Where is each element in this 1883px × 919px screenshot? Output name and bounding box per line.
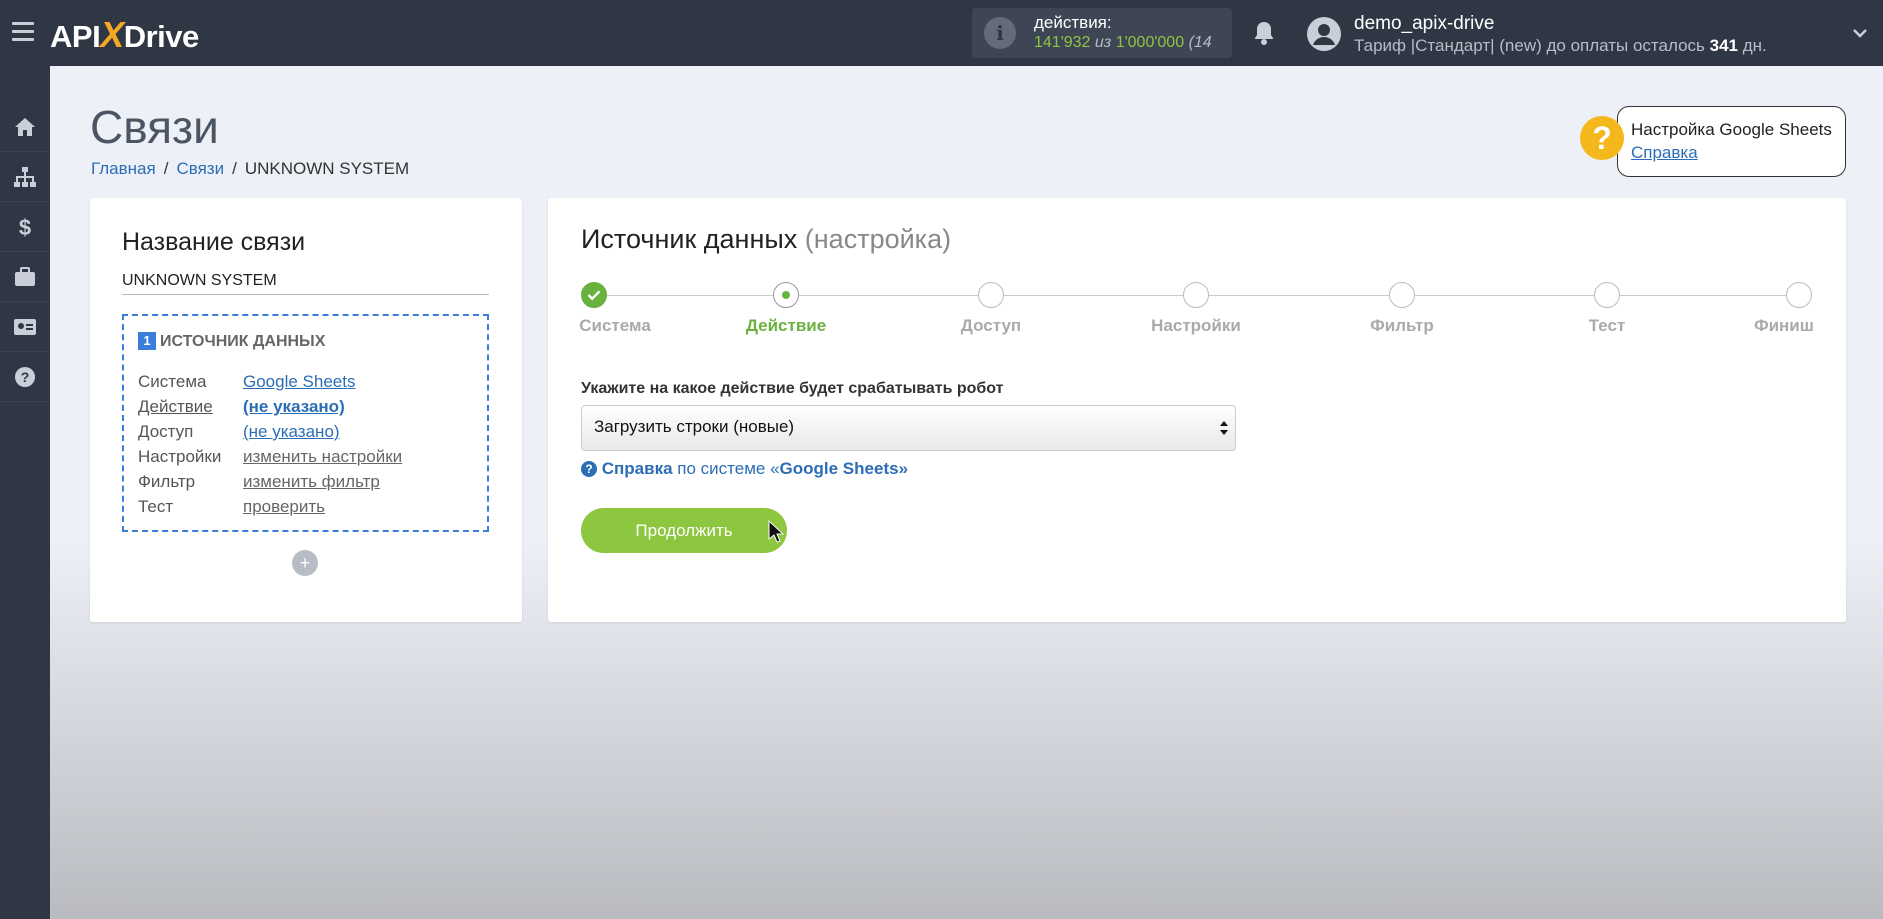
breadcrumb-current: UNKNOWN SYSTEM: [244, 159, 410, 178]
step-access-dot: [978, 282, 1004, 308]
step-finish-dot: [1786, 282, 1812, 308]
home-icon: [15, 117, 35, 136]
actions-count: 141'932 из 1'000'000 (14: [1034, 34, 1212, 51]
source-settings-link[interactable]: изменить настройки: [243, 447, 402, 467]
source-settings-panel: Источник данных (настройка) Система Дейс…: [548, 198, 1846, 622]
system-help-link[interactable]: Справка: [602, 459, 673, 478]
info-icon: i: [984, 17, 1016, 49]
logo[interactable]: APIXDrive: [50, 14, 199, 56]
source-filter-link[interactable]: изменить фильтр: [243, 472, 380, 492]
sidebar-item-billing[interactable]: $: [0, 202, 50, 252]
sidebar-item-home[interactable]: [0, 102, 50, 152]
menu-icon[interactable]: [12, 22, 34, 41]
source-test-link[interactable]: проверить: [243, 497, 325, 517]
briefcase-icon: [15, 266, 35, 286]
sitemap-icon: [14, 166, 36, 187]
help-icon: ?: [15, 366, 35, 387]
sidebar-item-briefcase[interactable]: [0, 252, 50, 302]
action-select[interactable]: Загрузить строки (новые): [581, 405, 1236, 451]
svg-text:?: ?: [21, 369, 30, 385]
help-title: Настройка Google Sheets: [1631, 120, 1832, 139]
action-prompt: Укажите на какое действие будет срабатыв…: [581, 380, 1004, 397]
sidebar: $ ?: [0, 66, 50, 919]
panel-title: Источник данных (настройка): [581, 224, 952, 254]
svg-text:$: $: [19, 215, 31, 239]
check-icon: [581, 282, 607, 308]
question-circle-icon: ?: [581, 461, 597, 477]
actions-counter: i действия: 141'932 из 1'000'000 (14: [972, 8, 1232, 58]
actions-label: действия:: [1034, 13, 1112, 32]
step-filter-dot: [1389, 282, 1415, 308]
system-help-row: ? Справка по системе «Google Sheets»: [581, 459, 908, 479]
action-select-value: Загрузить строки (новые): [594, 417, 795, 436]
step-action-dot: [773, 282, 799, 308]
system-help-name[interactable]: Google Sheets: [780, 459, 899, 478]
id-card-icon: [14, 318, 36, 335]
mouse-cursor-icon: [768, 520, 784, 543]
user-avatar-icon[interactable]: [1306, 16, 1342, 52]
source-system-link[interactable]: Google Sheets: [243, 372, 355, 392]
add-block-button[interactable]: +: [292, 550, 318, 576]
top-bar: APIXDrive i действия: 141'932 из 1'000'0…: [0, 0, 1883, 66]
user-plan: Тариф |Стандарт| (new) до оплаты осталос…: [1354, 36, 1767, 55]
help-link[interactable]: Справка: [1631, 143, 1845, 163]
sidebar-item-connections[interactable]: [0, 152, 50, 202]
connection-title: Название связи: [122, 228, 306, 256]
breadcrumb-connections[interactable]: Связи: [176, 159, 224, 178]
user-name[interactable]: demo_apix-drive: [1354, 13, 1494, 35]
source-access-link[interactable]: (не указано): [243, 422, 340, 442]
stepper: Система Действие Доступ Настройки Фильтр…: [579, 282, 1814, 335]
data-source-heading: 1 ИСТОЧНИК ДАННЫХ: [138, 332, 325, 351]
breadcrumb: Главная / Связи / UNKNOWN SYSTEM: [91, 159, 410, 178]
step-settings-dot: [1183, 282, 1209, 308]
sidebar-item-help[interactable]: ?: [0, 352, 50, 402]
help-box: Настройка Google Sheets Справка: [1617, 106, 1846, 177]
step-test-dot: [1594, 282, 1620, 308]
source-action-link[interactable]: (не указано): [243, 397, 345, 417]
page-title: Связи: [90, 101, 219, 153]
connection-panel: Название связи UNKNOWN SYSTEM 1 ИСТОЧНИК …: [90, 198, 522, 622]
data-source-block[interactable]: 1 ИСТОЧНИК ДАННЫХ Система Google Sheets Д…: [122, 314, 489, 532]
question-icon[interactable]: ?: [1580, 116, 1624, 160]
bell-icon[interactable]: [1252, 20, 1276, 46]
select-arrows-icon: [1220, 421, 1228, 435]
sidebar-item-profile[interactable]: [0, 302, 50, 352]
continue-button[interactable]: Продолжить: [581, 508, 787, 553]
chevron-down-icon[interactable]: [1851, 24, 1869, 42]
connection-name-field[interactable]: UNKNOWN SYSTEM: [122, 272, 489, 295]
dollar-icon: $: [19, 215, 31, 239]
breadcrumb-home[interactable]: Главная: [91, 159, 156, 178]
